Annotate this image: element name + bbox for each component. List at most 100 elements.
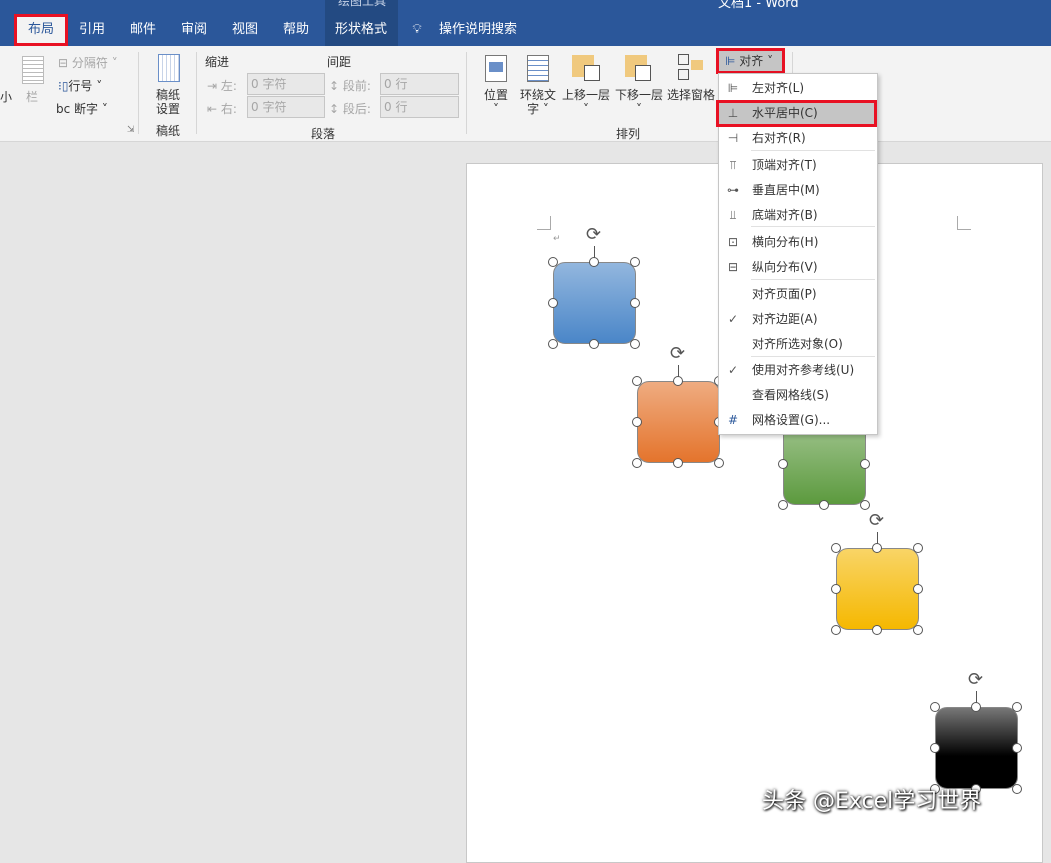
line-numbers-label: 行号 xyxy=(68,79,93,93)
resize-handle[interactable] xyxy=(831,584,841,594)
menu-item[interactable]: ⊣ 右对齐(R) xyxy=(719,126,877,151)
breaks-label: 分隔符 xyxy=(71,56,108,70)
context-tab-group-label: 绘图工具 xyxy=(338,0,387,8)
selection-pane-button[interactable]: 选择窗格 xyxy=(666,88,716,102)
spacing-before-input[interactable]: 0 行 xyxy=(380,73,459,95)
tab-references[interactable]: 引用 xyxy=(72,14,112,46)
spacing-after-icon: ↕ xyxy=(329,102,343,116)
breaks-button[interactable]: ⊟ 分隔符 ˅ xyxy=(58,54,118,71)
send-backward-button[interactable]: 下移一层 ˅ xyxy=(613,88,665,116)
resize-handle[interactable] xyxy=(714,458,724,468)
resize-handle[interactable] xyxy=(930,743,940,753)
resize-handle[interactable] xyxy=(673,458,683,468)
menu-item-label: 查看网格线(S) xyxy=(752,388,829,402)
resize-handle[interactable] xyxy=(913,543,923,553)
spacing-before-icon: ↕ xyxy=(329,79,343,93)
menu-item[interactable]: ⊶ 垂直居中(M) xyxy=(719,178,877,203)
spacing-heading: 间距 xyxy=(327,55,352,69)
hyphenation-button[interactable]: bc 断字 ˅ xyxy=(56,100,108,117)
margin-corner-mark xyxy=(537,216,551,230)
indent-left-input[interactable]: 0 字符 xyxy=(247,73,325,95)
menu-item[interactable]: ⊡ 横向分布(H) xyxy=(719,230,877,255)
size-button[interactable]: 小 xyxy=(0,88,12,105)
resize-handle[interactable] xyxy=(548,298,558,308)
resize-handle[interactable] xyxy=(630,298,640,308)
resize-handle[interactable] xyxy=(872,625,882,635)
menu-item[interactable]: ⊟ 纵向分布(V) xyxy=(719,255,877,280)
resize-handle[interactable] xyxy=(589,339,599,349)
resize-handle[interactable] xyxy=(1012,784,1022,794)
distribute-vertical-icon: ⊟ xyxy=(727,260,739,274)
menu-item[interactable]: ⊫ 左对齐(L) xyxy=(719,76,877,101)
resize-handle[interactable] xyxy=(930,702,940,712)
menu-item[interactable]: ⫫ 底端对齐(B) xyxy=(719,203,877,228)
tab-shape-format[interactable]: 形状格式 xyxy=(328,14,394,46)
tab-review[interactable]: 审阅 xyxy=(174,14,214,46)
draft-settings-button[interactable]: 稿纸 设置 xyxy=(150,88,186,116)
resize-handle[interactable] xyxy=(632,458,642,468)
resize-handle[interactable] xyxy=(548,257,558,267)
rotate-handle-icon[interactable]: ⟳ xyxy=(670,345,685,363)
breaks-icon: ⊟ xyxy=(58,56,72,70)
ribbon: 小 栏 ⊟ 分隔符 ˅ ⁝▯行号 ˅ bc 断字 ˅ ⇲ 稿纸 设置 稿纸 缩进… xyxy=(0,46,1051,142)
resize-handle[interactable] xyxy=(778,459,788,469)
resize-handle[interactable] xyxy=(971,702,981,712)
menu-item-label: 左对齐(L) xyxy=(752,81,805,95)
align-left-icon: ⊫ xyxy=(727,81,739,95)
indent-right-input[interactable]: 0 字符 xyxy=(247,96,325,118)
menu-item[interactable]: 对齐页面(P) xyxy=(719,282,877,307)
line-numbers-button[interactable]: ⁝▯行号 ˅ xyxy=(58,77,102,94)
indent-left-label: ⇥ 左: xyxy=(207,79,237,93)
dialog-launcher-icon[interactable]: ⇲ xyxy=(127,125,135,135)
draft-paper-icon xyxy=(158,54,180,82)
resize-handle[interactable] xyxy=(860,500,870,510)
resize-handle[interactable] xyxy=(860,459,870,469)
menu-item[interactable]: ⫪ 顶端对齐(T) xyxy=(719,153,877,178)
spacing-after-input[interactable]: 0 行 xyxy=(380,96,459,118)
align-dropdown-menu: ⊫ 左对齐(L) ⊥ 水平居中(C) ⊣ 右对齐(R) ⫪ 顶端对齐(T) ⊶ 垂直居中(M) ⫫ 底… xyxy=(718,73,878,435)
resize-handle[interactable] xyxy=(632,376,642,386)
resize-handle[interactable] xyxy=(913,584,923,594)
resize-handle[interactable] xyxy=(630,257,640,267)
menu-item[interactable]: 查看网格线(S) xyxy=(719,383,877,408)
menu-item-label: 顶端对齐(T) xyxy=(752,158,817,172)
resize-handle[interactable] xyxy=(673,376,683,386)
checkmark-icon: ✓ xyxy=(727,312,739,326)
menu-item-label: 对齐所选对象(O) xyxy=(752,337,843,351)
resize-handle[interactable] xyxy=(831,625,841,635)
selection-pane-icon xyxy=(678,54,704,84)
menu-item[interactable]: ✓ 对齐边距(A) xyxy=(719,307,877,332)
resize-handle[interactable] xyxy=(831,543,841,553)
distribute-horizontal-icon: ⊡ xyxy=(727,235,739,249)
menu-item-label: 网格设置(G)... xyxy=(752,413,831,427)
rotate-handle-icon[interactable]: ⟳ xyxy=(586,226,601,244)
bring-forward-button[interactable]: 上移一层 ˅ xyxy=(560,88,612,116)
tab-help[interactable]: 帮助 xyxy=(276,14,316,46)
rotate-handle-icon[interactable]: ⟳ xyxy=(869,512,884,530)
resize-handle[interactable] xyxy=(548,339,558,349)
menu-item-label: 垂直居中(M) xyxy=(752,183,820,197)
line-numbers-icon: ⁝▯ xyxy=(58,79,69,93)
resize-handle[interactable] xyxy=(913,625,923,635)
resize-handle[interactable] xyxy=(630,339,640,349)
menu-item-label: 底端对齐(B) xyxy=(752,208,818,222)
tab-mailings[interactable]: 邮件 xyxy=(123,14,163,46)
menu-item[interactable]: 对齐所选对象(O) xyxy=(719,332,877,357)
menu-item[interactable]: # 网格设置(G)... xyxy=(719,408,877,433)
resize-handle[interactable] xyxy=(819,500,829,510)
paragraph-group-label: 段落 xyxy=(311,127,336,141)
resize-handle[interactable] xyxy=(872,543,882,553)
resize-handle[interactable] xyxy=(632,417,642,427)
search-tell-me[interactable]: 操作说明搜索 xyxy=(438,14,518,46)
resize-handle[interactable] xyxy=(1012,702,1022,712)
position-button[interactable]: 位置 ˅ xyxy=(480,88,512,116)
wrap-text-button[interactable]: 环绕文字 ˅ xyxy=(517,88,559,116)
resize-handle[interactable] xyxy=(589,257,599,267)
highlight-box xyxy=(716,100,877,127)
resize-handle[interactable] xyxy=(1012,743,1022,753)
rotate-handle-icon[interactable]: ⟳ xyxy=(968,671,983,689)
tab-view[interactable]: 视图 xyxy=(225,14,265,46)
resize-handle[interactable] xyxy=(778,500,788,510)
menu-item[interactable]: ✓ 使用对齐参考线(U) xyxy=(719,358,877,383)
columns-button[interactable]: 栏 xyxy=(26,88,38,105)
